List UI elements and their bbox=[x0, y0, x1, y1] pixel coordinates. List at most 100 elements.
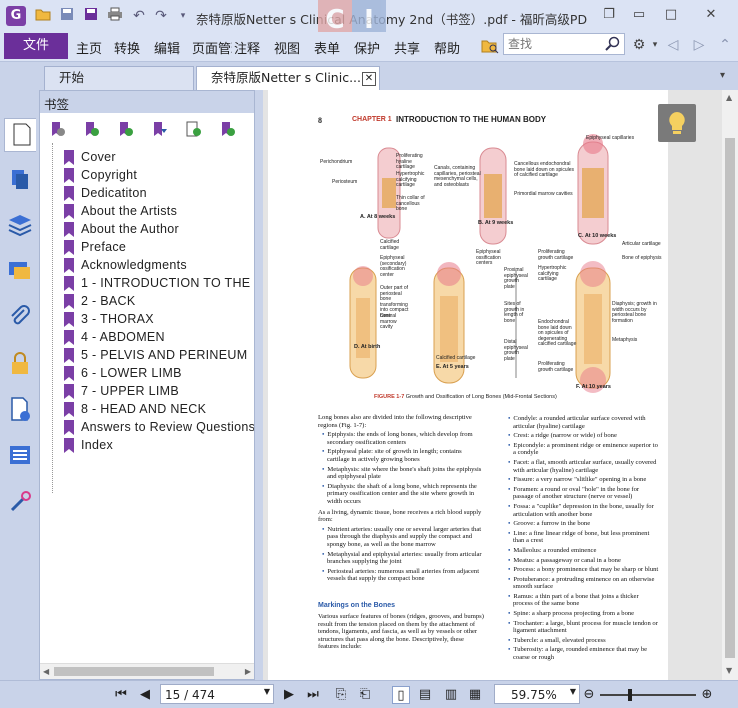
restore-icon[interactable]: ❐ bbox=[598, 4, 620, 26]
zoom-out-icon[interactable]: ⊖ bbox=[580, 686, 598, 704]
bookmark-item[interactable]: About the Artists bbox=[40, 203, 254, 221]
bookmark-label: Preface bbox=[81, 240, 127, 254]
bookmark-item[interactable]: 5 - PELVIS AND PERINEUM bbox=[40, 347, 254, 365]
signature-panel-button[interactable] bbox=[4, 394, 36, 428]
caption-b: B. At 9 weeks bbox=[478, 220, 514, 226]
file-menu-button[interactable]: 文件 bbox=[4, 33, 68, 59]
bookmark-item[interactable]: 7 - UPPER LIMB bbox=[40, 383, 254, 401]
bookmark-item[interactable]: 6 - LOWER LIMB bbox=[40, 365, 254, 383]
close-icon[interactable]: ✕ bbox=[700, 4, 722, 26]
bookmark-from-page-icon[interactable] bbox=[184, 120, 202, 138]
search-icon[interactable] bbox=[605, 36, 621, 52]
bookmark-item[interactable]: Cover bbox=[40, 149, 254, 167]
bookmark-item[interactable]: About the Author bbox=[40, 221, 254, 239]
maximize-icon[interactable]: □ bbox=[660, 4, 682, 26]
bookmark-panel-button[interactable] bbox=[4, 118, 36, 152]
page-number-field[interactable]: 15 / 474 ▼ bbox=[160, 684, 274, 704]
last-page-icon[interactable]: ⏭ bbox=[304, 686, 322, 704]
vscroll-thumb[interactable] bbox=[725, 138, 735, 658]
comments-panel-button[interactable] bbox=[4, 256, 36, 290]
bookmark-item[interactable]: Acknowledgments bbox=[40, 257, 254, 275]
prev-page-icon[interactable]: ◀ bbox=[136, 686, 154, 704]
zoom-dropdown-icon[interactable]: ▼ bbox=[570, 687, 576, 696]
bookmark-item[interactable]: 2 - BACK bbox=[40, 293, 254, 311]
menu-share[interactable]: 共享 bbox=[394, 38, 420, 57]
search-input[interactable] bbox=[504, 34, 600, 54]
scroll-down-icon[interactable]: ▼ bbox=[726, 666, 732, 675]
bookmark-expand-icon[interactable] bbox=[218, 120, 236, 138]
continuous-facing-view-icon[interactable]: ▦ bbox=[466, 686, 484, 704]
print-icon[interactable] bbox=[106, 7, 124, 25]
save-icon[interactable] bbox=[58, 7, 76, 25]
menu-view[interactable]: 视图 bbox=[274, 38, 300, 57]
bookmark-add-child-icon[interactable] bbox=[116, 120, 134, 138]
next-view-icon[interactable]: ⎗ bbox=[356, 686, 374, 704]
security-panel-button[interactable] bbox=[4, 348, 36, 382]
bookmarks-hscrollbar[interactable]: ◀ ▶ bbox=[40, 663, 254, 679]
undo-icon[interactable]: ↶ bbox=[130, 7, 148, 25]
zoom-slider-knob[interactable] bbox=[627, 689, 632, 701]
nav-previous-icon[interactable]: ◁ bbox=[664, 36, 682, 54]
save-as-icon[interactable] bbox=[82, 7, 100, 25]
zoom-field[interactable]: 59.75% ▼ bbox=[494, 684, 580, 704]
tab-close-icon[interactable]: ✕ bbox=[362, 72, 376, 86]
menu-page-manage[interactable]: 页面管理 bbox=[192, 38, 232, 57]
scroll-left-icon[interactable]: ◀ bbox=[43, 667, 49, 676]
app-logo-icon[interactable]: G bbox=[6, 6, 26, 26]
menu-home[interactable]: 主页 bbox=[76, 38, 102, 57]
scroll-up-icon[interactable]: ▲ bbox=[726, 93, 732, 102]
ribbon-collapse-icon[interactable]: ⌃ bbox=[716, 36, 734, 54]
bookmark-item[interactable]: 8 - HEAD AND NECK bbox=[40, 401, 254, 419]
layers-panel-button[interactable] bbox=[4, 210, 36, 244]
menu-protect[interactable]: 保护 bbox=[354, 38, 380, 57]
page-dropdown-icon[interactable]: ▼ bbox=[264, 687, 270, 696]
zoom-slider[interactable] bbox=[600, 689, 696, 701]
bookmark-item[interactable]: Dedicatiton bbox=[40, 185, 254, 203]
document-vscrollbar[interactable]: ▲ ▼ bbox=[722, 90, 738, 680]
minimize-icon[interactable]: ▭ bbox=[628, 4, 650, 26]
menu-edit[interactable]: 编辑 bbox=[154, 38, 180, 57]
facing-view-icon[interactable]: ▥ bbox=[442, 686, 460, 704]
menu-convert[interactable]: 转换 bbox=[114, 38, 140, 57]
bookmark-item[interactable]: 4 - ABDOMEN bbox=[40, 329, 254, 347]
bookmark-item[interactable]: Answers to Review Questions bbox=[40, 419, 254, 437]
panel-splitter[interactable] bbox=[255, 90, 263, 680]
redo-icon[interactable]: ↷ bbox=[152, 7, 170, 25]
nav-next-icon[interactable]: ▷ bbox=[690, 36, 708, 54]
zoom-in-icon[interactable]: ⊕ bbox=[698, 686, 716, 704]
bookmark-delete-icon[interactable] bbox=[48, 120, 66, 138]
single-page-view-icon[interactable]: ▯ bbox=[392, 686, 410, 704]
tab-document[interactable]: 奈特原版Netter s Clinic... ✕ bbox=[196, 66, 380, 90]
bookmark-page-icon bbox=[13, 123, 31, 146]
tab-start[interactable]: 开始 bbox=[44, 66, 194, 90]
pages-panel-button[interactable] bbox=[4, 164, 36, 198]
settings-dropdown-icon[interactable]: ▾ bbox=[646, 36, 664, 54]
bookmark-promote-icon[interactable] bbox=[150, 120, 168, 138]
label-calcified: Calcified cartilage bbox=[380, 239, 400, 251]
attachments-panel-button[interactable] bbox=[4, 302, 36, 336]
first-page-icon[interactable]: ⏮ bbox=[112, 686, 130, 704]
menu-comment[interactable]: 注释 bbox=[234, 38, 260, 57]
bookmark-item[interactable]: 3 - THORAX bbox=[40, 311, 254, 329]
search-box[interactable] bbox=[503, 33, 625, 55]
bookmark-item[interactable]: 1 - INTRODUCTION TO THE HU bbox=[40, 275, 254, 293]
previous-view-icon[interactable]: ⎘ bbox=[332, 686, 350, 704]
menu-form[interactable]: 表单 bbox=[314, 38, 340, 57]
tools-panel-button[interactable] bbox=[4, 486, 36, 520]
document-view[interactable]: 8 CHAPTER 1 INTRODUCTION TO THE HUMAN BO… bbox=[263, 90, 722, 680]
content-panel-button[interactable] bbox=[4, 440, 36, 474]
bookmark-item[interactable]: Copyright bbox=[40, 167, 254, 185]
bookmark-add-icon[interactable] bbox=[82, 120, 100, 138]
menu-help[interactable]: 帮助 bbox=[434, 38, 460, 57]
continuous-view-icon[interactable]: ▤ bbox=[416, 686, 434, 704]
hscroll-thumb[interactable] bbox=[54, 667, 214, 676]
next-page-icon[interactable]: ▶ bbox=[280, 686, 298, 704]
search-folder-icon[interactable] bbox=[481, 38, 499, 54]
bookmark-item[interactable]: Index bbox=[40, 437, 254, 455]
scroll-right-icon[interactable]: ▶ bbox=[245, 667, 251, 676]
open-folder-icon[interactable] bbox=[34, 7, 52, 25]
quick-access-dropdown-icon[interactable]: ▾ bbox=[174, 7, 192, 25]
tab-list-dropdown-icon[interactable]: ▾ bbox=[720, 70, 725, 81]
bookmark-item[interactable]: Preface bbox=[40, 239, 254, 257]
lightbulb-hint-button[interactable] bbox=[658, 104, 696, 142]
